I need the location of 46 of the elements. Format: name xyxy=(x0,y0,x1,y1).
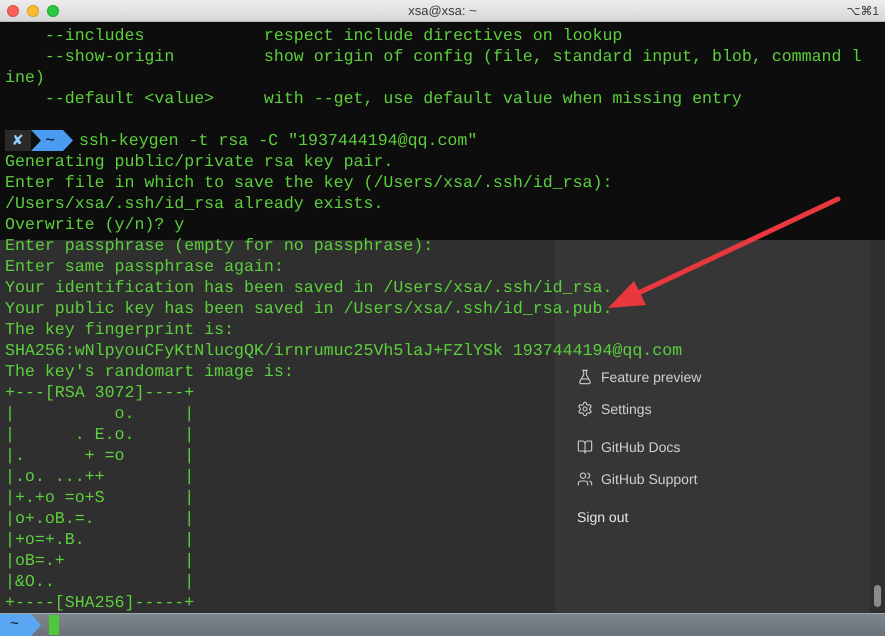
terminal-line: |. + =o | xyxy=(5,445,194,466)
terminal-line: +---[RSA 3072]----+ xyxy=(5,382,194,403)
terminal-command: ssh-keygen -t rsa -C "1937444194@qq.com" xyxy=(78,130,478,151)
flask-icon xyxy=(577,369,593,385)
terminal-line: --includes respect include directives on lookup xyxy=(44,25,622,46)
terminal-line: Generating public/private rsa key pair. xyxy=(5,151,394,172)
minimize-button[interactable] xyxy=(27,4,39,16)
prompt-path: ~ xyxy=(31,130,73,151)
menu-item[interactable]: Sign out xyxy=(577,506,628,528)
terminal-line: ine) xyxy=(5,67,45,88)
close-button[interactable] xyxy=(7,4,19,16)
terminal-line: Your public key has been saved in /Users/xsa/.ssh/id_rsa.pub. xyxy=(5,298,612,319)
menu-item[interactable]: GitHub Docs xyxy=(577,436,680,458)
terminal-line: |&O.. | xyxy=(5,571,194,592)
people-icon xyxy=(577,471,593,487)
terminal-line: | . E.o. | xyxy=(5,424,194,445)
terminal-line: Your identification has been saved in /Users/xsa/.ssh/id_rsa. xyxy=(5,277,612,298)
text-cursor xyxy=(49,615,60,635)
terminal-line: |.o. ...++ | xyxy=(5,466,194,487)
error-status: ✘ xyxy=(5,130,31,151)
terminal-line: Enter same passphrase again: xyxy=(5,256,284,277)
window-title: xsa@xsa: ~ xyxy=(407,3,478,18)
terminal-line: --default <value> with --get, use default value when missing entry xyxy=(44,88,742,109)
terminal-line: Enter file in which to save the key (/Users/xsa/.ssh/id_rsa): xyxy=(5,172,612,193)
scrollbar-thumb[interactable] xyxy=(874,585,881,607)
terminal-line: |+.+o =o+S | xyxy=(5,487,194,508)
menu-item[interactable]: Feature preview xyxy=(577,366,702,388)
terminal-line: | o. | xyxy=(5,403,194,424)
terminal-line: /Users/xsa/.ssh/id_rsa already exists. xyxy=(5,193,384,214)
book-icon xyxy=(577,439,593,455)
terminal-line: |+o=+.B. | xyxy=(5,529,194,550)
settings-icon xyxy=(577,401,593,417)
terminal-line: Overwrite (y/n)? y xyxy=(5,214,184,235)
shortcut-label: ⌥⌘1 xyxy=(845,4,880,18)
terminal-line: --show-origin show origin of config (file, standard input, blob, command l xyxy=(44,46,862,67)
terminal-line: Enter passphrase (empty for no passphrase): xyxy=(5,235,434,256)
zoom-button[interactable] xyxy=(47,4,59,16)
menu-item[interactable]: GitHub Support xyxy=(577,468,698,490)
terminal-line: The key fingerprint is: xyxy=(5,319,234,340)
terminal-line: +----[SHA256]-----+ xyxy=(5,592,194,613)
terminal-line: The key's randomart image is: xyxy=(5,361,294,382)
status-path: ~ xyxy=(0,614,42,636)
terminal-line: |o+.oB.=. | xyxy=(5,508,194,529)
terminal-line: |oB=.+ | xyxy=(5,550,194,571)
menu-item[interactable]: Settings xyxy=(577,398,652,420)
terminal-line: SHA256:wNlpyouCFyKtNlucgQK/irnrumuc25Vh5laJ+FZlYSk 1937444194@qq.com xyxy=(5,340,682,361)
